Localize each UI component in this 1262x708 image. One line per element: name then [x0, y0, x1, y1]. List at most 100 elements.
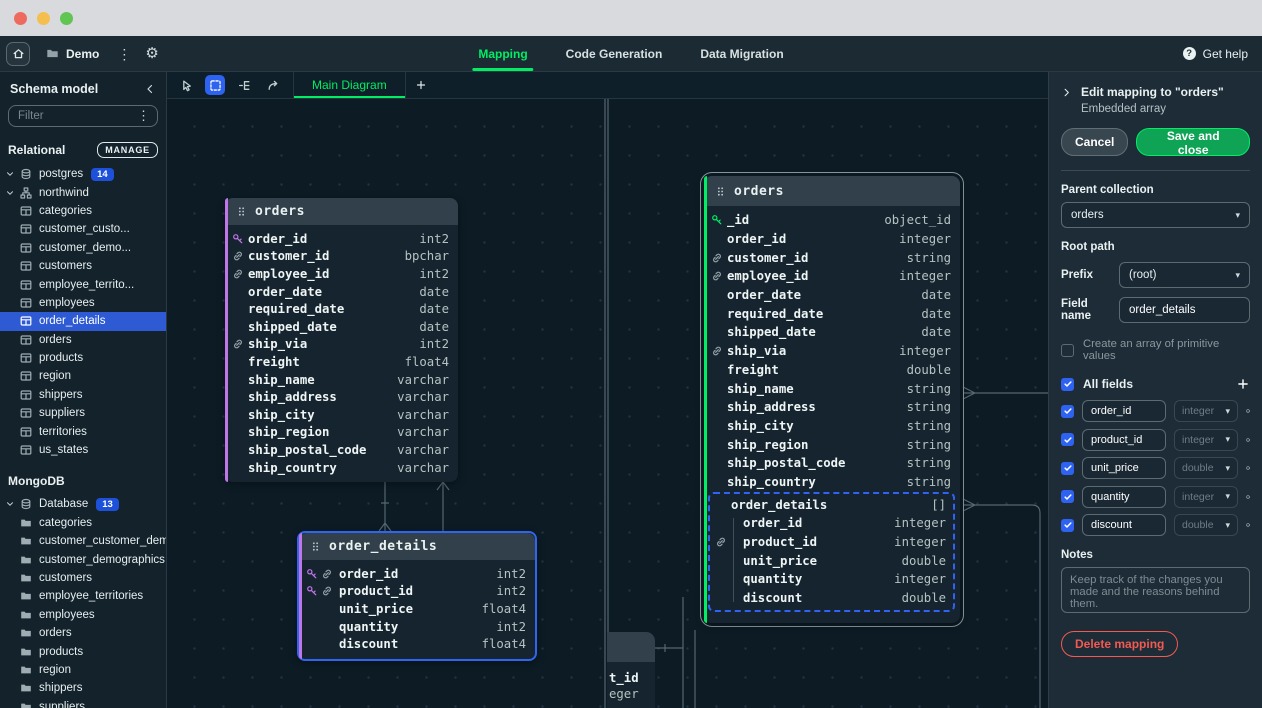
filter-input[interactable]: [8, 105, 158, 127]
field-include-checkbox[interactable]: [1061, 462, 1074, 475]
get-help-button[interactable]: ? Get help: [1183, 47, 1248, 61]
window-titlebar: [0, 0, 1262, 36]
project-menu-icon[interactable]: ⋮: [117, 47, 131, 61]
manage-button[interactable]: MANAGE: [97, 142, 158, 158]
tab-data-migration[interactable]: Data Migration: [700, 36, 783, 71]
panel-title: Edit mapping to "orders": [1081, 85, 1224, 99]
relational-item-region[interactable]: region: [0, 367, 166, 385]
all-fields-checkbox[interactable]: [1061, 378, 1074, 391]
collapse-panel-icon[interactable]: [1061, 87, 1072, 98]
auto-layout-button[interactable]: [234, 75, 254, 95]
mongodb-item-Database[interactable]: Database13: [0, 495, 166, 513]
collapse-sidebar-icon[interactable]: [144, 83, 156, 95]
field-type-select[interactable]: double▾: [1174, 514, 1238, 536]
relational-item-customer_custo-[interactable]: customer_custo...: [0, 220, 166, 238]
save-and-close-button[interactable]: Save and close: [1136, 128, 1250, 156]
chevron-down-icon[interactable]: [5, 499, 15, 509]
relational-item-territories[interactable]: territories: [0, 422, 166, 440]
field-include-checkbox[interactable]: [1061, 519, 1074, 532]
mongodb-item-customers[interactable]: customers: [0, 569, 166, 587]
field-type: varchar: [397, 443, 449, 457]
marquee-tool-button[interactable]: [205, 75, 225, 95]
mongodb-item-employees[interactable]: employees: [0, 606, 166, 624]
field-include-checkbox[interactable]: [1061, 433, 1074, 446]
project-breadcrumb[interactable]: Demo: [46, 47, 99, 61]
field-include-checkbox[interactable]: [1061, 405, 1074, 418]
mongodb-item-customer_customer_demo[interactable]: customer_customer_demo: [0, 532, 166, 550]
field-name: employee_id: [727, 269, 808, 283]
mongodb-item-suppliers[interactable]: suppliers: [0, 698, 166, 708]
relational-item-employee_territo-[interactable]: employee_territo...: [0, 275, 166, 293]
diagram-table-orders-mongodb[interactable]: orders_idobject_idorder_idintegercustome…: [704, 176, 960, 623]
prefix-select[interactable]: (root) ▾: [1119, 262, 1250, 288]
table-header[interactable]: orders: [225, 198, 458, 225]
relational-item-postgres[interactable]: postgres14: [0, 165, 166, 183]
field-name: order_id: [248, 232, 307, 246]
home-button[interactable]: [6, 42, 30, 66]
field-type-select[interactable]: integer▾: [1174, 486, 1238, 508]
filter-options-icon[interactable]: ⋮: [137, 108, 150, 124]
relational-item-orders[interactable]: orders: [0, 331, 166, 349]
relational-item-customers[interactable]: customers: [0, 257, 166, 275]
settings-icon[interactable]: ⚙: [145, 46, 158, 61]
field-name-input[interactable]: [1082, 400, 1166, 422]
field-include-checkbox[interactable]: [1061, 490, 1074, 503]
diagram-table-orders-relational[interactable]: ordersorder_idint2customer_idbpcharemplo…: [225, 198, 458, 482]
field-type: float4: [405, 355, 449, 369]
add-field-button[interactable]: [1236, 377, 1250, 391]
tab-code-generation[interactable]: Code Generation: [566, 36, 663, 71]
primitive-array-checkbox[interactable]: [1061, 344, 1074, 357]
zoom-button[interactable]: [60, 12, 73, 25]
field-type: object_id: [884, 213, 951, 227]
field-name-input[interactable]: [1082, 429, 1166, 451]
parent-collection-select[interactable]: orders ▾: [1061, 202, 1250, 228]
field-type-select[interactable]: integer▾: [1174, 429, 1238, 451]
relational-item-categories[interactable]: categories: [0, 202, 166, 220]
add-diagram-button[interactable]: [406, 72, 436, 98]
relational-item-order_details[interactable]: order_details: [0, 312, 166, 330]
mongodb-item-shippers[interactable]: shippers: [0, 679, 166, 697]
embedded-array-group[interactable]: order_details[]order_idintegerproduct_id…: [708, 492, 955, 612]
field-type-select[interactable]: integer▾: [1174, 400, 1238, 422]
field-name-input[interactable]: [1082, 486, 1166, 508]
mongodb-item-products[interactable]: products: [0, 642, 166, 660]
mongodb-item-employee_territories[interactable]: employee_territories: [0, 587, 166, 605]
chevron-down-icon: ▾: [1225, 406, 1230, 417]
relational-item-northwind[interactable]: northwind: [0, 183, 166, 201]
field-name: product_id: [339, 584, 413, 598]
relational-item-suppliers[interactable]: suppliers: [0, 404, 166, 422]
cancel-button[interactable]: Cancel: [1061, 128, 1128, 156]
diagram-table-clipped[interactable]: t_id eger: [607, 632, 655, 708]
mongodb-item-customer_demographics[interactable]: customer_demographics: [0, 550, 166, 568]
folder-icon: [20, 627, 32, 639]
field-type-select[interactable]: double▾: [1174, 457, 1238, 479]
field-name-input[interactable]: [1082, 457, 1166, 479]
check-icon: [1063, 463, 1073, 473]
notes-textarea[interactable]: [1061, 567, 1250, 613]
table-header[interactable]: order_details: [299, 533, 535, 560]
table-header[interactable]: orders: [704, 176, 960, 206]
relational-item-employees[interactable]: employees: [0, 294, 166, 312]
minimize-button[interactable]: [37, 12, 50, 25]
relational-item-products[interactable]: products: [0, 349, 166, 367]
select-tool-button[interactable]: [176, 75, 196, 95]
tab-main-diagram[interactable]: Main Diagram: [294, 72, 406, 98]
mongodb-item-region[interactable]: region: [0, 661, 166, 679]
relational-item-shippers[interactable]: shippers: [0, 386, 166, 404]
field-name-input[interactable]: [1119, 297, 1250, 323]
tab-mapping[interactable]: Mapping: [478, 36, 527, 71]
mongodb-item-orders[interactable]: orders: [0, 624, 166, 642]
relationship-tool-button[interactable]: [263, 75, 283, 95]
chevron-down-icon[interactable]: [5, 188, 15, 198]
relational-item-us_states[interactable]: us_states: [0, 441, 166, 459]
relational-item-customer_demo-[interactable]: customer_demo...: [0, 239, 166, 257]
chevron-down-icon[interactable]: [5, 169, 15, 179]
panel-subtitle: Embedded array: [1081, 103, 1224, 115]
mongodb-item-categories[interactable]: categories: [0, 514, 166, 532]
field-type-value: double: [1182, 462, 1214, 474]
field-name-input[interactable]: [1082, 514, 1166, 536]
diagram-surface[interactable]: t_id eger ordersorder_idint2customer_idb…: [167, 99, 1048, 708]
delete-mapping-button[interactable]: Delete mapping: [1061, 631, 1178, 657]
diagram-table-order-details-relational[interactable]: order_detailsorder_idint2product_idint2u…: [297, 531, 537, 661]
close-button[interactable]: [14, 12, 27, 25]
